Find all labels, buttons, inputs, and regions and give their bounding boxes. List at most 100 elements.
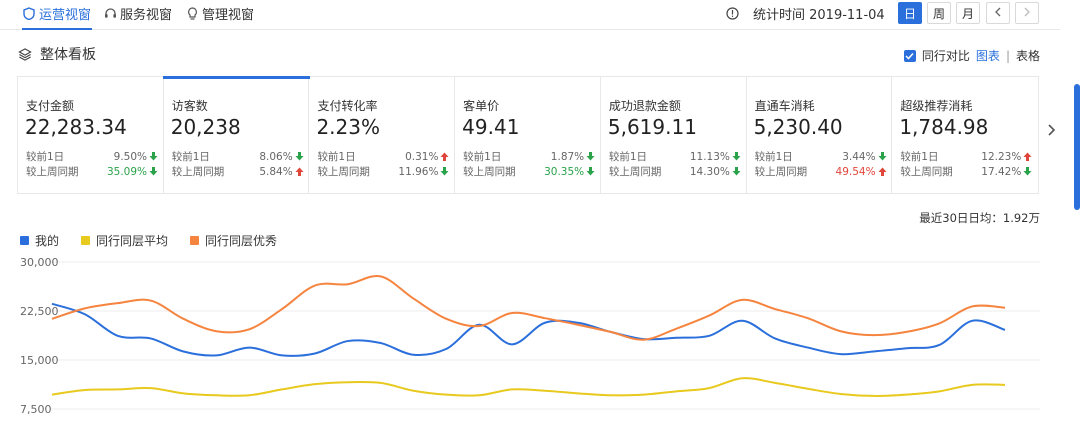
compare-day-label: 较前1日 [26,151,65,163]
panel-title-text: 整体看板 [40,47,96,63]
tab-service[interactable]: 服务视窗 [103,4,173,23]
legend-swatch [81,236,91,245]
top-nav-bar: 运营视窗 服务视窗 管理视窗 统计时间 2019-11-04 日 周 月 [0,0,1060,30]
tab-management[interactable]: 管理视窗 [185,4,255,23]
compare-week-label: 较上周同期 [463,166,516,178]
compare-week-label: 较上周同期 [26,166,79,178]
compare-week-label: 较上周同期 [171,166,225,178]
arrow-down-icon [586,152,595,161]
period-week-button[interactable]: 周 [927,2,951,24]
metric-name: 访客数 [171,99,208,113]
panel-tools: 同行对比 图表 | 表格 [903,47,1040,64]
y-tick-label: 7,500 [20,403,52,416]
panel-header: 整体看板 同行对比 图表 | 表格 [0,38,1060,72]
legend-item[interactable]: 我的 [20,232,59,249]
period-month-button[interactable]: 月 [956,2,980,24]
arrow-down-icon [149,167,158,176]
metric-value: 20,238 [170,115,241,139]
y-tick-label: 22,500 [20,305,59,318]
compare-week-value: 17.42% [981,165,1022,178]
legend-label: 同行同层优秀 [205,234,278,248]
chevron-right-icon [1023,6,1031,20]
compare-week-value: 5.84% [259,165,293,178]
info-icon[interactable] [725,7,739,21]
compare-day-row: 较前1日 9.50% [26,149,158,164]
view-separator: | [1005,48,1010,63]
metric-name: 支付转化率 [317,99,378,113]
y-tick-label: 30,000 [20,256,59,269]
compare-week-row: 较上周同期 17.42% [900,164,1032,179]
compare-day-row: 较前1日 8.06% [172,149,304,164]
active-tab-indicator [22,28,92,30]
trend-line-chart: 30,000 22,500 15,000 7,500 [20,256,1040,416]
series-line [51,377,1006,397]
metric-card[interactable]: 访客数 20,238 较前1日 8.06% 较上周同期 5.84% [162,76,310,193]
avg-30day-label: 最近30日日均：1.92万 [919,211,1040,225]
compare-week-row: 较上周同期 30.35% [463,164,595,179]
arrow-down-icon [440,167,449,176]
compare-week-value: 11.96% [398,165,439,178]
compare-checkbox[interactable] [903,49,916,62]
compare-week-value: 49.54% [835,165,876,178]
legend-item[interactable]: 同行同层平均 [81,232,168,249]
cards-next-button[interactable] [1046,122,1056,141]
tab-management-label: 管理视窗 [202,7,255,23]
compare-day-label: 较前1日 [900,151,939,163]
period-day-button[interactable]: 日 [898,2,922,24]
compare-day-value: 11.13% [689,150,730,163]
metric-name: 成功退款金额 [608,99,681,113]
next-period-button[interactable] [1015,2,1039,24]
compare-week-row: 较上周同期 14.30% [609,164,741,179]
tab-service-label: 服务视窗 [120,7,173,23]
compare-day-value: 0.31% [405,150,439,163]
bulb-icon [185,6,199,20]
metric-value: 5,230.40 [753,115,843,139]
tab-operations[interactable]: 运营视窗 [22,4,91,23]
compare-week-value: 14.30% [689,165,730,178]
compare-day-value: 9.50% [113,150,147,163]
chevron-left-icon [994,6,1002,20]
arrow-down-icon [586,167,595,176]
stat-time-label: 统计时间 2019-11-04 [753,8,885,23]
compare-week-label: 较上周同期 [754,166,808,178]
view-table-link[interactable]: 表格 [1016,47,1040,64]
series-line [51,302,1006,357]
compare-week-row: 较上周同期 5.84% [172,164,304,179]
compare-week-label: 较上周同期 [900,166,953,178]
compare-week-row: 较上周同期 49.54% [755,164,887,179]
legend-label: 我的 [35,234,60,248]
arrow-down-icon [732,152,741,161]
series-line [51,274,1006,341]
metric-value: 49.41 [462,115,520,139]
metric-value: 1,784.98 [899,115,989,139]
compare-day-label: 较前1日 [608,151,648,163]
compare-day-value: 3.44% [842,150,876,163]
compare-day-value: 1.87% [550,150,585,163]
legend-item[interactable]: 同行同层优秀 [190,232,277,249]
metric-card[interactable]: 成功退款金额 5,619.11 较前1日 11.13% 较上周同期 14.30% [601,77,747,193]
arrow-down-icon [149,152,158,161]
side-scrollbar[interactable] [1074,84,1080,210]
compare-day-row: 较前1日 11.13% [609,149,741,164]
prev-period-button[interactable] [986,2,1010,24]
metric-card[interactable]: 支付转化率 2.23% 较前1日 0.31% 较上周同期 11.96% [309,77,456,193]
compare-day-label: 较前1日 [317,151,356,163]
metric-card[interactable]: 客单价 49.41 较前1日 1.87% 较上周同期 30.35% [455,77,601,193]
view-chart-link[interactable]: 图表 [976,47,1000,64]
arrow-up-icon [1023,152,1032,161]
compare-day-row: 较前1日 3.44% [755,149,887,164]
arrow-down-icon [295,152,304,161]
compare-day-label: 较前1日 [171,151,210,163]
compare-day-value: 12.23% [981,150,1022,163]
metric-card[interactable]: 支付金额 22,283.34 较前1日 9.50% 较上周同期 35.09% [18,77,164,193]
arrow-up-icon [878,167,887,176]
metric-card[interactable]: 直通车消耗 5,230.40 较前1日 3.44% 较上周同期 49.54% [747,77,893,193]
compare-day-row: 较前1日 12.23% [900,149,1032,164]
compare-day-row: 较前1日 0.31% [317,149,449,164]
legend-swatch [20,236,29,245]
metric-card[interactable]: 超级推荐消耗 1,784.98 较前1日 12.23% 较上周同期 17.42% [892,77,1038,193]
shield-icon [22,6,36,20]
compare-week-row: 较上周同期 11.96% [317,164,449,179]
compare-week-label: 较上周同期 [317,166,370,178]
arrow-down-icon [732,167,741,176]
